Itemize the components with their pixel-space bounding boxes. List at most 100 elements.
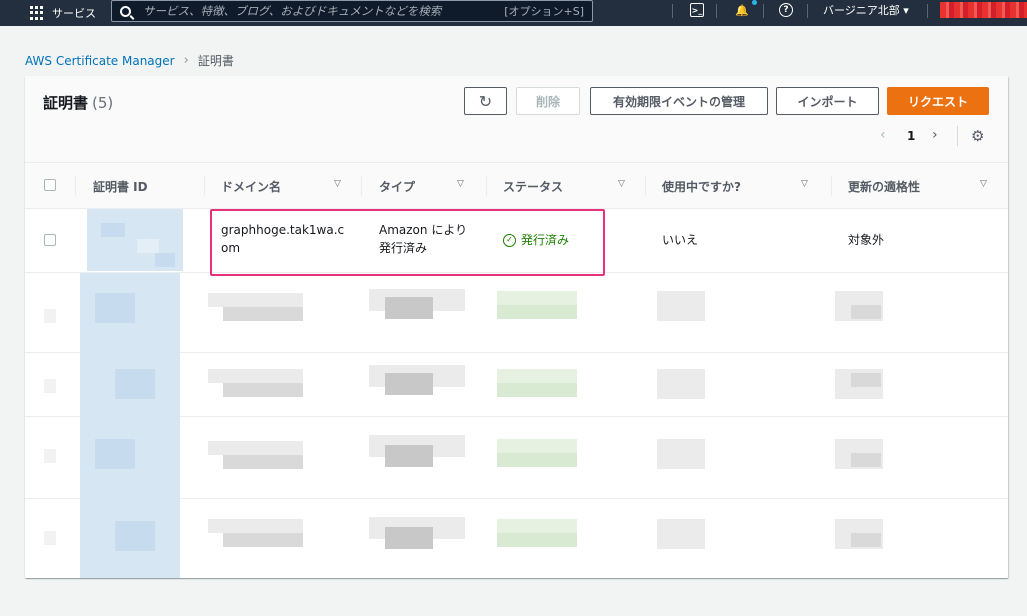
redaction-pixel [385, 445, 433, 467]
search-shortcut-hint: [オプション+S] [504, 5, 584, 18]
redaction-pixel [223, 533, 303, 547]
redaction-pixel [208, 369, 303, 383]
redaction-pixel [155, 253, 175, 267]
select-all-checkbox[interactable] [44, 179, 56, 191]
redaction-pixel [657, 369, 705, 399]
redaction-pixel [223, 455, 303, 469]
sort-status-icon[interactable]: ▽ [618, 179, 625, 189]
redaction-pixel [44, 379, 56, 393]
table-row-redacted[interactable] [25, 417, 1008, 499]
breadcrumb: AWS Certificate Manager › 証明書 [25, 52, 234, 69]
region-selector[interactable]: バージニア北部 ▾ [823, 2, 909, 18]
panel-header: 証明書 (5) ↻ 削除 有効期限イベントの管理 インポート リクエスト ‹ 1 … [25, 76, 1008, 163]
redaction-pixel [208, 519, 303, 533]
redaction-pixel [385, 373, 433, 395]
redaction-pixel [851, 533, 881, 547]
redaction-pixel [497, 291, 577, 305]
redaction-pixel [497, 453, 577, 467]
redaction-pixel [851, 373, 881, 387]
table-row-redacted[interactable] [25, 273, 1008, 353]
redaction-pixel [115, 369, 155, 399]
column-header-in-use[interactable]: 使用中ですか? [662, 163, 741, 209]
sort-renewal-icon[interactable]: ▽ [980, 179, 987, 189]
column-header-renewal-eligibility[interactable]: 更新の適格性 [848, 163, 920, 209]
redaction-pixel [657, 439, 705, 469]
sort-type-icon[interactable]: ▽ [457, 179, 464, 189]
redaction-pixel [44, 531, 56, 545]
redaction-pixel [497, 439, 577, 453]
sort-domain-icon[interactable]: ▽ [334, 179, 341, 189]
page-title: 証明書 (5) [43, 92, 113, 113]
breadcrumb-separator-icon: › [183, 53, 189, 68]
redaction-pixel [44, 309, 56, 323]
table-row-redacted[interactable] [25, 353, 1008, 417]
column-header-status[interactable]: ステータス [503, 163, 563, 209]
column-header-certificate-id[interactable]: 証明書 ID [93, 163, 148, 209]
redaction-pixel [657, 291, 705, 321]
column-divider [361, 176, 362, 196]
column-header-domain[interactable]: ドメイン名 [221, 163, 281, 209]
sort-in-use-icon[interactable]: ▽ [801, 179, 808, 189]
delete-button[interactable]: 削除 [516, 87, 580, 115]
notifications-bell-icon[interactable]: 🔔 [734, 2, 750, 18]
manage-expiry-events-button[interactable]: 有効期限イベントの管理 [590, 87, 768, 115]
refresh-button[interactable]: ↻ [464, 87, 507, 115]
certificates-panel: 証明書 (5) ↻ 削除 有効期限イベントの管理 インポート リクエスト ‹ 1 … [25, 76, 1008, 578]
nav-divider [807, 4, 808, 18]
column-divider [645, 176, 646, 196]
breadcrumb-current: 証明書 [197, 54, 234, 68]
panel-title-text: 証明書 [43, 94, 89, 112]
annotation-highlight-box [210, 209, 605, 276]
column-header-type[interactable]: タイプ [379, 163, 415, 209]
column-divider [831, 176, 832, 196]
services-menu-label[interactable]: サービス [52, 5, 96, 21]
pagination-divider [957, 126, 958, 146]
redaction-pixel [137, 239, 159, 253]
redaction-pixel [223, 307, 303, 321]
redaction-pixel [208, 441, 303, 455]
nav-divider [716, 4, 717, 18]
redaction-pixel [497, 305, 577, 319]
request-button[interactable]: リクエスト [887, 87, 989, 115]
redaction-pixel [657, 519, 705, 549]
pagination-next-icon[interactable]: › [932, 127, 938, 143]
help-icon[interactable]: ? [779, 3, 793, 17]
redaction-pixel [115, 521, 155, 551]
import-button[interactable]: インポート [776, 87, 879, 115]
column-divider [204, 176, 205, 196]
nav-divider [927, 4, 928, 18]
redaction-pixel [851, 453, 881, 467]
services-grid-icon[interactable] [30, 6, 44, 20]
redaction-pixel [851, 305, 881, 319]
pagination-prev-icon[interactable]: ‹ [880, 127, 886, 143]
renewal-eligibility-cell: 対象外 [848, 233, 885, 247]
refresh-icon: ↻ [478, 91, 493, 111]
breadcrumb-acm-link[interactable]: AWS Certificate Manager [25, 54, 175, 68]
table-row-redacted[interactable] [25, 499, 1008, 578]
global-search-input[interactable]: サービス、特徴、ブログ、およびドキュメントなどを検索 [オプション+S] [111, 0, 593, 22]
table-header: 証明書 ID ドメイン名 ▽ タイプ ▽ ステータス ▽ 使用中ですか? ▽ 更… [25, 163, 1008, 209]
redaction-pixel [497, 369, 577, 383]
pagination-page-1[interactable]: 1 [907, 129, 915, 143]
redaction-pixel [223, 383, 303, 397]
cloudshell-icon[interactable]: >_ [690, 3, 704, 17]
redaction-pixel [385, 527, 433, 549]
column-divider [75, 176, 76, 196]
redaction-pixel [497, 533, 577, 547]
redaction-pixel [497, 383, 577, 397]
row-checkbox[interactable] [44, 234, 56, 246]
redaction-pixel [497, 519, 577, 533]
notification-dot [752, 0, 757, 5]
account-menu-redacted[interactable] [940, 2, 1027, 18]
redaction-pixel [101, 223, 125, 237]
redaction-pixel [208, 293, 303, 307]
redaction-pixel [95, 439, 135, 469]
nav-divider [672, 4, 673, 18]
in-use-cell: いいえ [662, 233, 699, 247]
redaction-pixel [95, 293, 135, 323]
nav-divider [763, 4, 764, 18]
top-navigation-bar: サービス サービス、特徴、ブログ、およびドキュメントなどを検索 [オプション+S… [0, 0, 1027, 26]
search-icon [120, 5, 131, 17]
certificate-count: (5) [92, 94, 114, 112]
table-settings-gear-icon[interactable]: ⚙ [971, 127, 984, 145]
